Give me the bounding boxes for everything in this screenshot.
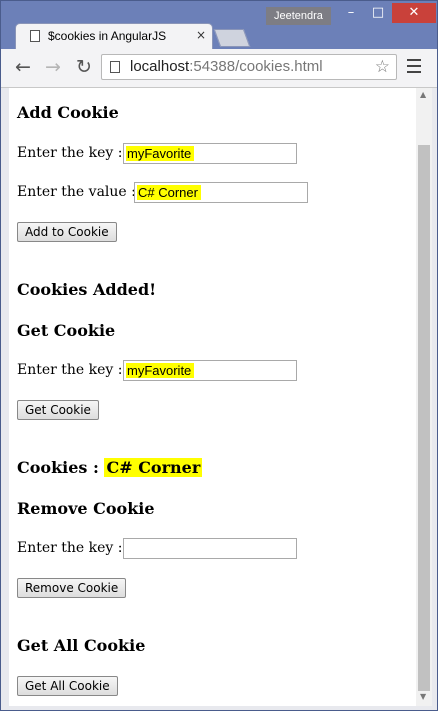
scroll-down-arrow-icon[interactable]: ▼ xyxy=(420,692,426,701)
minimize-button[interactable]: – xyxy=(338,3,364,23)
remove-cookie-button[interactable]: Remove Cookie xyxy=(17,578,127,598)
get-all-cookie-heading: Get All Cookie xyxy=(17,636,146,655)
tab-cookies[interactable]: $cookies in AngularJS × xyxy=(15,23,213,49)
maximize-button[interactable]: □ xyxy=(365,3,391,23)
add-key-input[interactable]: myFavorite xyxy=(123,143,297,164)
add-cookie-heading: Add Cookie xyxy=(17,103,119,122)
get-key-input[interactable]: myFavorite xyxy=(123,360,297,381)
url-host: localhost xyxy=(130,58,190,75)
page-viewport: Add Cookie Enter the key : myFavorite En… xyxy=(9,88,416,706)
browser-window: Jeetendra – □ ✕ $cookies in AngularJS × … xyxy=(0,0,438,711)
close-window-button[interactable]: ✕ xyxy=(392,3,436,23)
bookmark-star-icon[interactable]: ☆ xyxy=(375,57,390,77)
title-bar: Jeetendra – □ ✕ $cookies in AngularJS × xyxy=(1,1,437,49)
scroll-up-arrow-icon[interactable]: ▲ xyxy=(420,90,426,99)
document-icon xyxy=(30,30,40,42)
get-key-label: Enter the key : xyxy=(17,362,123,378)
scrollbar-thumb[interactable] xyxy=(418,145,430,691)
tab-close-icon[interactable]: × xyxy=(196,28,206,42)
tab-title: $cookies in AngularJS xyxy=(48,29,167,43)
url-path: :54388/cookies.html xyxy=(189,58,323,75)
cookie-result-value: C# Corner xyxy=(104,458,203,477)
browser-toolbar: ← → ↻ localhost:54388/cookies.html ☆ xyxy=(1,49,437,88)
remove-key-input[interactable] xyxy=(123,538,297,559)
get-all-cookie-button[interactable]: Get All Cookie xyxy=(17,676,118,696)
cookie-result: Cookies : C# Corner xyxy=(17,458,203,477)
menu-icon[interactable] xyxy=(407,59,421,77)
page-icon xyxy=(110,61,120,73)
get-cookie-button[interactable]: Get Cookie xyxy=(17,400,99,420)
back-arrow-icon[interactable]: ← xyxy=(15,56,31,78)
address-bar[interactable]: localhost:54388/cookies.html ☆ xyxy=(101,54,397,80)
user-badge[interactable]: Jeetendra xyxy=(266,7,331,25)
add-value-label: Enter the value : xyxy=(17,184,136,200)
remove-key-label: Enter the key : xyxy=(17,540,123,556)
cookie-result-label: Cookies : xyxy=(17,458,99,477)
add-to-cookie-button[interactable]: Add to Cookie xyxy=(17,222,117,242)
forward-arrow-icon[interactable]: → xyxy=(45,56,61,78)
vertical-scrollbar[interactable]: ▲ ▼ xyxy=(416,88,432,706)
add-value-input[interactable]: C# Corner xyxy=(134,182,308,203)
remove-cookie-heading: Remove Cookie xyxy=(17,499,155,518)
cookies-added-message: Cookies Added! xyxy=(17,280,157,299)
add-key-label: Enter the key : xyxy=(17,145,123,161)
new-tab-button[interactable] xyxy=(213,29,251,47)
reload-icon[interactable]: ↻ xyxy=(76,56,92,78)
url-text[interactable]: localhost:54388/cookies.html xyxy=(130,58,323,75)
get-cookie-heading: Get Cookie xyxy=(17,321,116,340)
